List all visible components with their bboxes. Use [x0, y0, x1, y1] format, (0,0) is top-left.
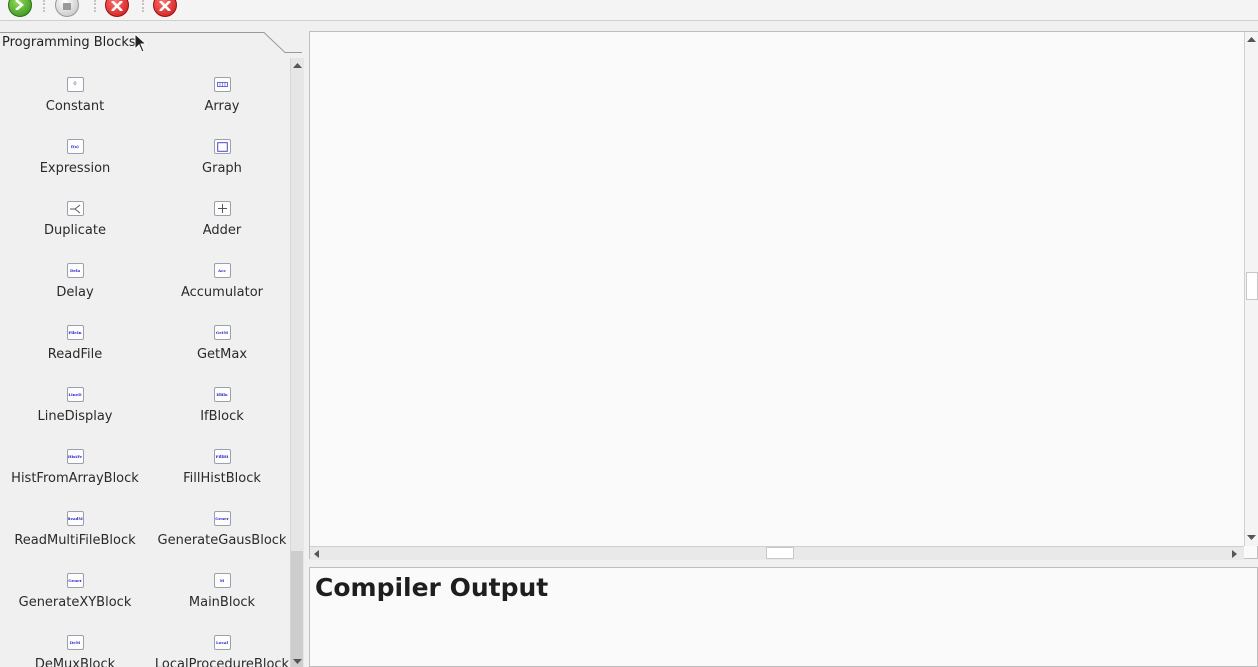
- block-label: Graph: [202, 161, 242, 176]
- block-label: Accumulator: [180, 285, 264, 300]
- close-icon: [159, 1, 171, 11]
- block-label: GetMax: [196, 347, 248, 362]
- scroll-up-icon[interactable]: [293, 62, 302, 68]
- hist-from-array-block-block-icon: HistFr: [66, 449, 84, 464]
- palette-block-read-multi-file-block[interactable]: ReadM ReadMultiFileBlock: [0, 511, 150, 573]
- get-max-block-icon: GetM: [213, 325, 231, 340]
- palette-scrollbar[interactable]: [290, 58, 304, 667]
- graph-block-icon: [213, 139, 231, 154]
- palette-block-local-procedure-block[interactable]: Local LocalProcedureBlock: [150, 635, 289, 667]
- block-label: GenerateGausBlock: [157, 533, 287, 548]
- block-label: ReadFile: [47, 347, 103, 362]
- adder-block-icon: [213, 201, 231, 216]
- compiler-output-title: Compiler Output: [315, 573, 549, 602]
- palette-block-graph[interactable]: Graph: [150, 139, 289, 201]
- scrollbar-thumb[interactable]: [1246, 272, 1258, 300]
- palette-block-constant[interactable]: 0 Constant: [0, 77, 150, 139]
- palette-block-fill-hist-block[interactable]: FillHi FillHistBlock: [150, 449, 289, 511]
- scroll-up-icon[interactable]: [1247, 36, 1256, 42]
- fill-hist-block-block-icon: FillHi: [213, 449, 231, 464]
- scroll-down-icon[interactable]: [293, 659, 302, 665]
- toolbar-separator: [43, 0, 45, 12]
- run-button[interactable]: [8, 0, 32, 17]
- palette-block-adder[interactable]: Adder: [150, 201, 289, 263]
- block-label: GenerateXYBlock: [18, 595, 132, 610]
- block-label: Constant: [45, 99, 105, 114]
- scroll-left-icon[interactable]: [313, 550, 319, 558]
- block-label: LineDisplay: [37, 409, 113, 424]
- block-label: Delay: [56, 285, 94, 300]
- de-mux-block-block-icon: DeM: [66, 635, 84, 650]
- palette-block-if-block[interactable]: IfBlo IfBlock: [150, 387, 289, 449]
- close-icon: [111, 1, 123, 11]
- duplicate-block-icon: [66, 201, 84, 216]
- accumulator-block-icon: Acc: [213, 263, 231, 278]
- block-label: Adder: [202, 223, 242, 238]
- palette-block-delay[interactable]: Dela Delay: [0, 263, 150, 325]
- canvas-vertical-scrollbar[interactable]: [1244, 32, 1258, 546]
- tab-title: Programming Blocks: [2, 35, 136, 50]
- stop-icon: [63, 3, 71, 10]
- delay-block-icon: Dela: [66, 263, 84, 278]
- mouse-cursor-icon: [134, 33, 148, 53]
- toolbar: [0, 0, 1258, 21]
- palette-block-hist-from-array-block[interactable]: HistFr HistFromArrayBlock: [0, 449, 150, 511]
- palette-block-get-max[interactable]: GetM GetMax: [150, 325, 289, 387]
- block-label: LocalProcedureBlock: [154, 657, 289, 667]
- compiler-output-panel: Compiler Output: [309, 567, 1258, 667]
- scrollbar-thumb[interactable]: [291, 551, 303, 667]
- generate-xyblock-block-icon: Gener: [66, 573, 84, 588]
- block-label: MainBlock: [188, 595, 256, 610]
- array-block-icon: [213, 77, 231, 92]
- palette-block-array[interactable]: Array: [150, 77, 289, 139]
- block-label: Array: [204, 99, 240, 114]
- palette-block-expression[interactable]: f(x) Expression: [0, 139, 150, 201]
- constant-block-icon: 0: [66, 77, 84, 92]
- palette-block-duplicate[interactable]: Duplicate: [0, 201, 150, 263]
- scrollbar-thumb[interactable]: [766, 547, 794, 559]
- block-label: IfBlock: [200, 409, 244, 424]
- palette-block-line-display[interactable]: LineD LineDisplay: [0, 387, 150, 449]
- main-block-block-icon: M: [213, 573, 231, 588]
- tab-programming-blocks[interactable]: Programming Blocks: [0, 32, 302, 53]
- palette-block-generate-gaus-block[interactable]: Gener GenerateGausBlock: [150, 511, 289, 573]
- close-button[interactable]: [105, 0, 129, 17]
- palette-block-generate-xyblock[interactable]: Gener GenerateXYBlock: [0, 573, 150, 635]
- workspace-canvas[interactable]: [309, 31, 1258, 559]
- read-file-block-icon: FileIn: [66, 325, 84, 340]
- run-icon: [15, 0, 24, 10]
- read-multi-file-block-block-icon: ReadM: [66, 511, 84, 526]
- scroll-down-icon[interactable]: [1247, 535, 1256, 541]
- line-display-block-icon: LineD: [66, 387, 84, 402]
- block-label: Expression: [39, 161, 111, 176]
- palette-block-read-file[interactable]: FileIn ReadFile: [0, 325, 150, 387]
- stop-button[interactable]: [55, 0, 79, 17]
- block-palette: 0 Constant Array f(x) Expression Graph Duplica…: [0, 58, 289, 667]
- block-label: Duplicate: [44, 223, 106, 238]
- toolbar-separator: [94, 0, 96, 12]
- if-block-block-icon: IfBlo: [213, 387, 231, 402]
- canvas-horizontal-scrollbar[interactable]: [310, 546, 1244, 560]
- palette-block-de-mux-block[interactable]: DeM DeMuxBlock: [0, 635, 150, 667]
- expression-block-icon: f(x): [66, 139, 84, 154]
- palette-block-main-block[interactable]: M MainBlock: [150, 573, 289, 635]
- toolbar-separator: [142, 0, 144, 12]
- palette-block-accumulator[interactable]: Acc Accumulator: [150, 263, 289, 325]
- block-label: ReadMultiFileBlock: [14, 533, 136, 548]
- local-procedure-block-block-icon: Local: [213, 635, 231, 650]
- block-label: FillHistBlock: [183, 471, 261, 486]
- scroll-right-icon[interactable]: [1232, 550, 1238, 558]
- block-label: DeMuxBlock: [34, 657, 116, 667]
- close-all-button[interactable]: [153, 0, 177, 17]
- generate-gaus-block-block-icon: Gener: [213, 511, 231, 526]
- block-label: HistFromArrayBlock: [11, 471, 139, 486]
